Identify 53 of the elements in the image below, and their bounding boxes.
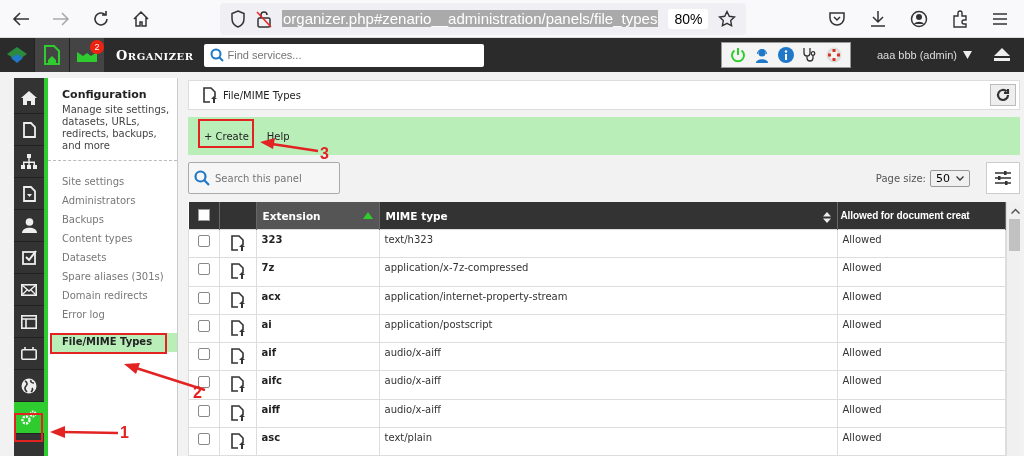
table-cell: Allowed	[842, 262, 882, 274]
nav-item[interactable]: Datasets	[48, 249, 177, 268]
table-cell: text/h323	[384, 234, 434, 245]
table-cell: aiff	[261, 403, 280, 415]
table-cell: application/postscript	[384, 318, 493, 330]
table-cell: aifc	[261, 375, 282, 387]
create-button[interactable]: + Create	[200, 124, 253, 148]
table-cell: acx	[261, 290, 281, 302]
panel-title: File/MIME Types	[223, 89, 301, 101]
table-cell: Allowed	[842, 347, 882, 358]
step-number: 3	[320, 145, 329, 163]
table-cell: audio/x-aiff	[384, 403, 441, 415]
address-bar[interactable]: organizer.php#zenario__administration/panels/file_types 80%	[220, 2, 747, 35]
table-cell: audio/x-aiff	[384, 375, 441, 387]
table-cell: Allowed	[842, 318, 882, 330]
table-cell: ai	[261, 318, 272, 330]
nav-item[interactable]: Content types	[48, 230, 177, 249]
nav-item[interactable]: Domain redirects	[48, 287, 177, 306]
table-cell: application/x-7z-compressed	[384, 262, 529, 274]
page-size-select[interactable]: 50	[930, 169, 970, 187]
nav-item[interactable]: Spare aliases (301s)	[48, 268, 177, 287]
column-header[interactable]: Extension	[256, 202, 379, 230]
table-cell: text/plain	[384, 431, 432, 443]
page-size-label: Page size:	[875, 172, 926, 184]
table-cell: aif	[261, 347, 277, 358]
table-cell: audio/x-aiff	[384, 347, 441, 358]
table-cell: application/internet-property-stream	[384, 290, 568, 302]
zoom-level[interactable]: 80%	[668, 8, 709, 29]
nav-item[interactable]: Backups	[48, 211, 177, 230]
notification-badge: 2	[90, 40, 104, 54]
column-header[interactable]: Allowed for document creat	[837, 202, 1005, 230]
table-cell: 7z	[261, 262, 275, 274]
search-field[interactable]: Search this panel	[188, 162, 340, 194]
notifications-button[interactable]: 2	[69, 38, 104, 72]
table-cell: Allowed	[842, 234, 882, 245]
table-cell: Allowed	[842, 431, 882, 443]
table-cell: 323	[261, 234, 283, 245]
nav-item[interactable]: Administrators	[48, 192, 177, 211]
user-menu[interactable]: aaa bbb (admin)	[876, 49, 957, 61]
step-number: 1	[120, 424, 129, 442]
url-text: organizer.php#zenario__administration/panels/file_types	[282, 10, 659, 27]
nav-item[interactable]: Site settings	[48, 173, 177, 192]
section-title: Configuration	[61, 88, 148, 101]
app-title: ORGANIZER	[116, 47, 194, 63]
nav-item[interactable]: Error log	[48, 306, 177, 325]
column-header[interactable]: MIME type	[379, 202, 837, 230]
table-cell: Allowed	[842, 403, 882, 415]
search-field[interactable]: Find services...	[203, 43, 484, 67]
table-cell: Allowed	[842, 375, 882, 387]
table-cell: asc	[261, 431, 281, 443]
help-button[interactable]: Help	[262, 124, 294, 148]
section-description: Manage site settings, datasets, URLs, redirects, backups, and more	[48, 101, 177, 161]
table-cell: Allowed	[842, 290, 882, 302]
